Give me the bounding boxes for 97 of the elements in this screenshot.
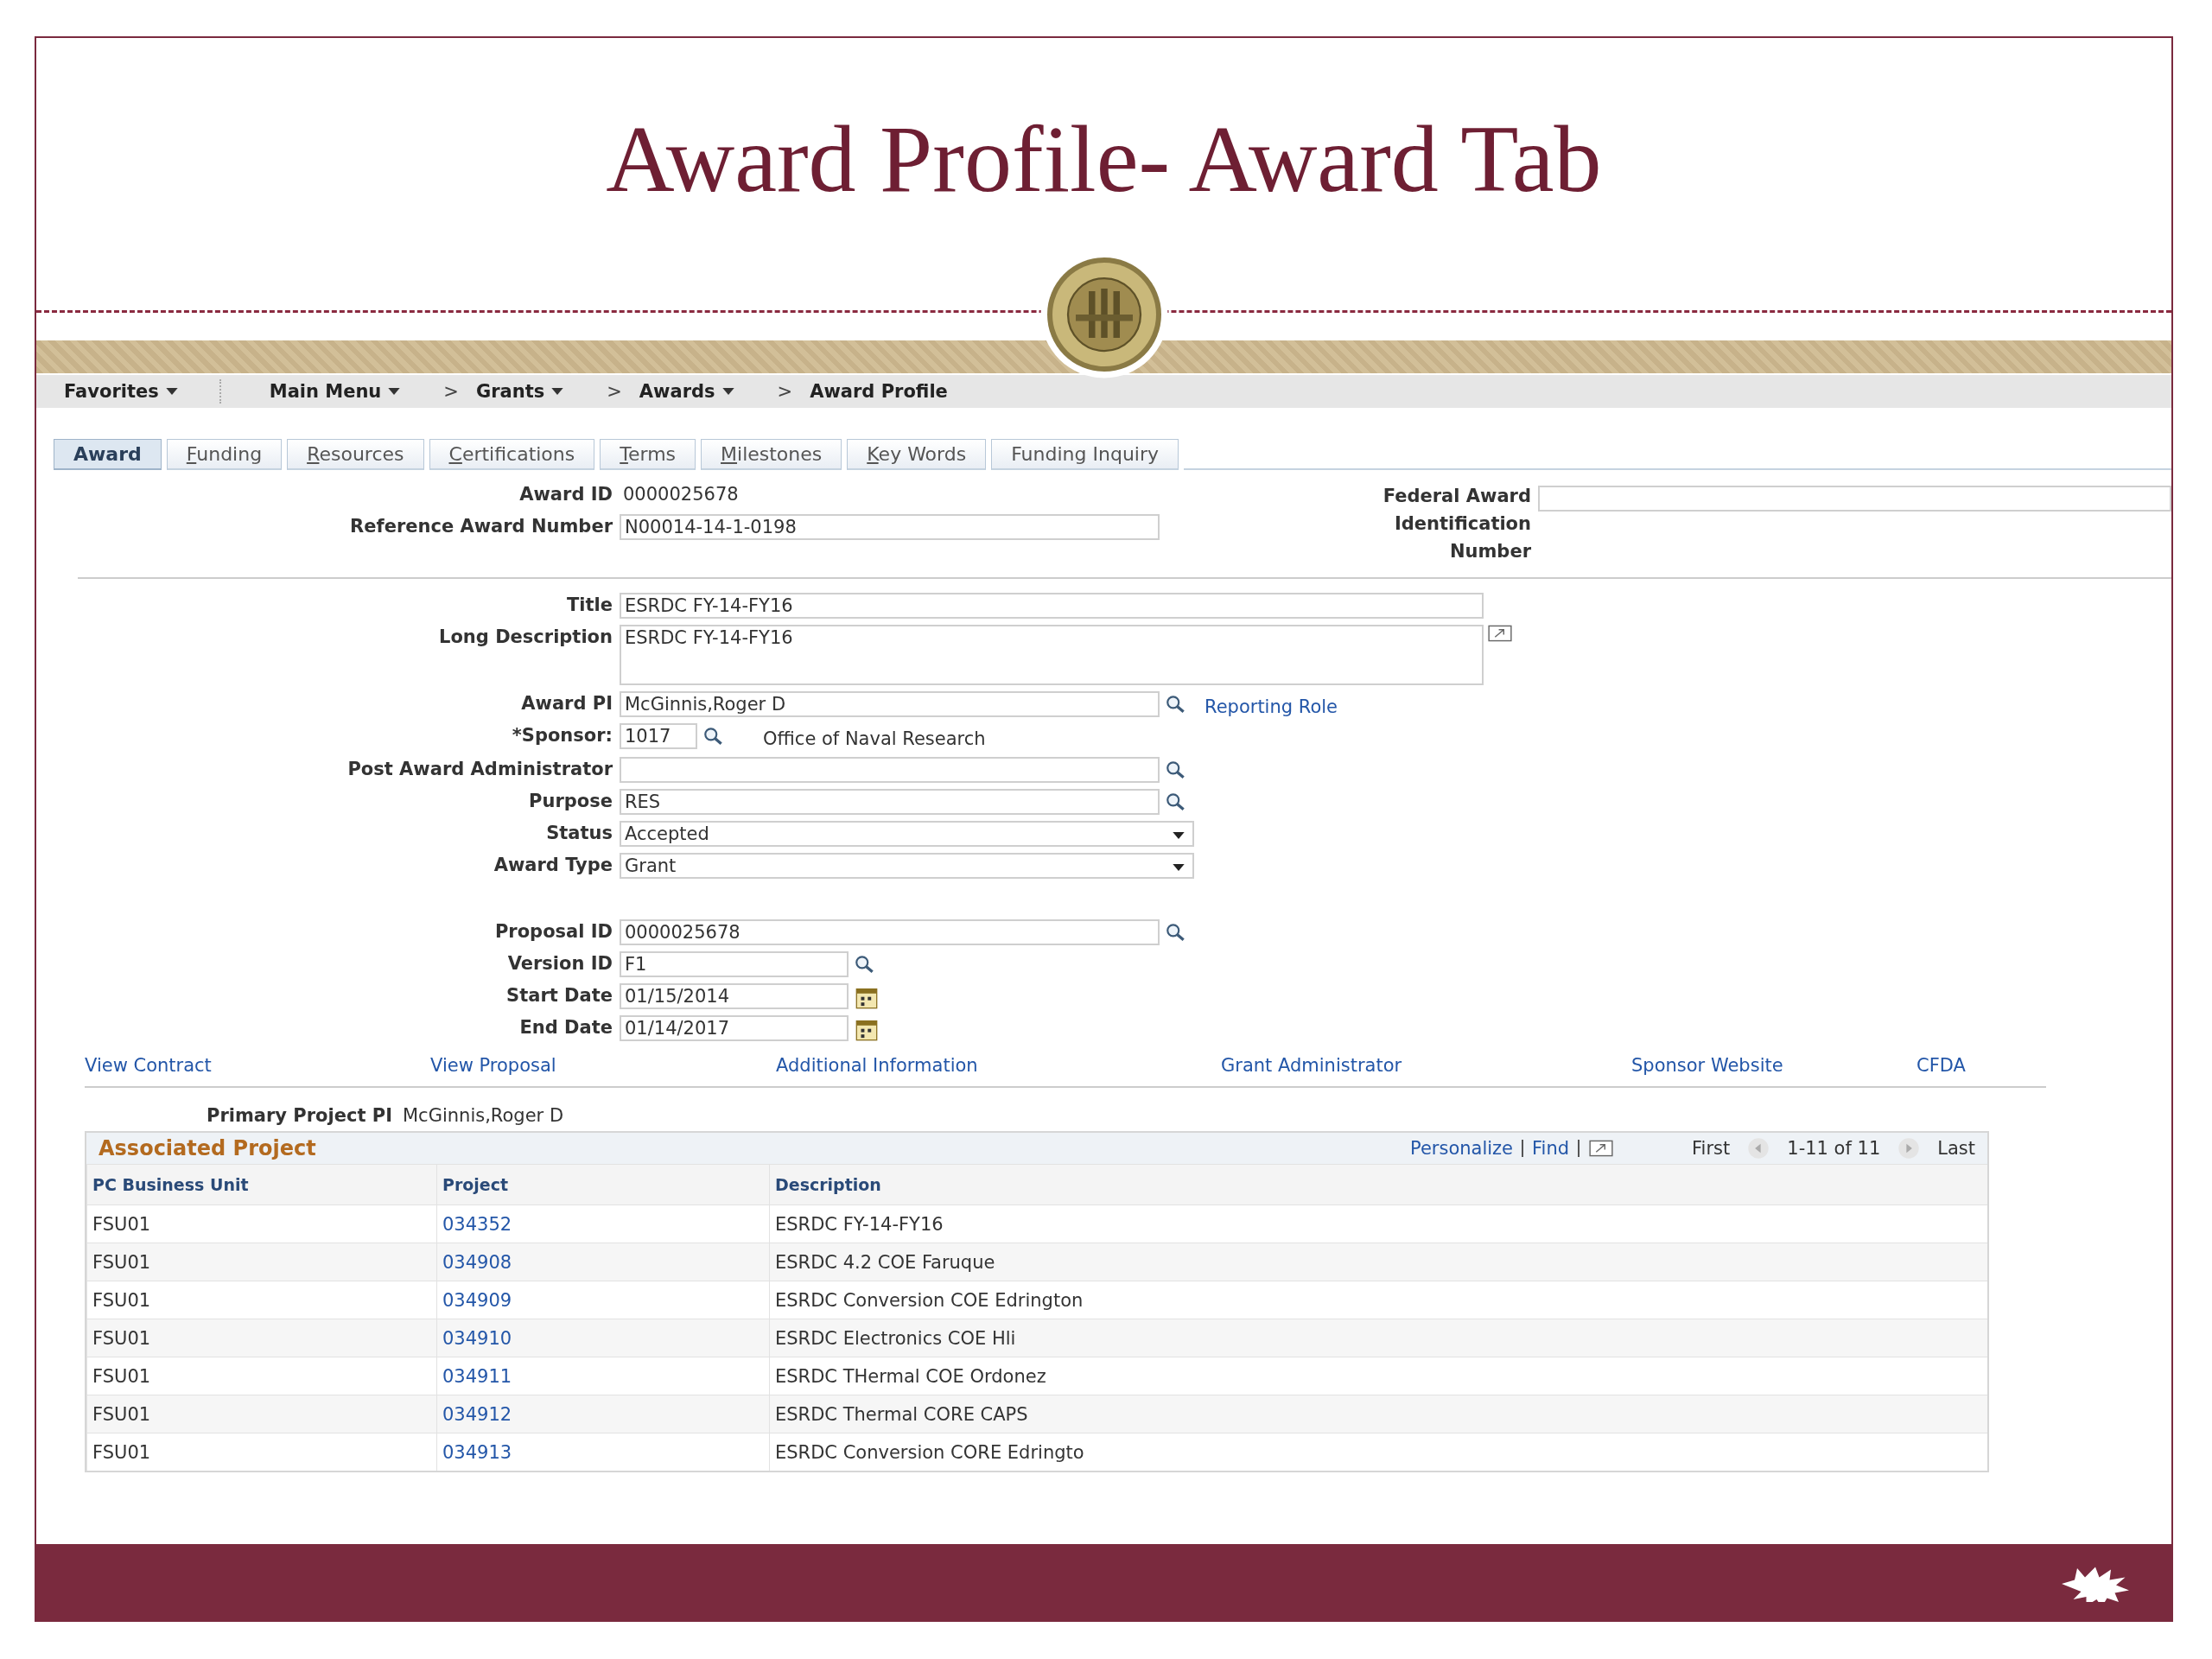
search-icon[interactable] <box>1165 695 1187 714</box>
expand-icon[interactable] <box>1487 625 1513 642</box>
project-link[interactable]: 034913 <box>442 1441 512 1463</box>
page-link[interactable]: Grant Administrator <box>1221 1055 1402 1076</box>
input-field[interactable] <box>620 757 1160 783</box>
input-field[interactable]: N00014-14-1-0198 <box>620 514 1160 540</box>
field-label: Post Award Administrator <box>346 758 613 781</box>
project-link[interactable]: 034352 <box>442 1213 512 1235</box>
search-icon[interactable] <box>1165 923 1187 942</box>
nav-menu-item[interactable]: Grants <box>475 381 564 402</box>
breadcrumb-separator: > <box>607 381 622 402</box>
breadcrumb-separator: > <box>443 381 459 402</box>
field-label: Federal Award Identification Number <box>1382 485 1532 563</box>
field-label: Award Type <box>493 854 613 877</box>
find-link[interactable]: Find <box>1532 1138 1570 1159</box>
table-cell: ESRDC Electronics COE Hli <box>769 1319 1987 1357</box>
caret-icon <box>388 388 401 395</box>
field-label: Title <box>566 594 613 617</box>
dropdown-field[interactable]: Accepted <box>620 821 1194 847</box>
field-value: 0000025678 <box>622 483 739 506</box>
search-icon[interactable] <box>702 727 725 746</box>
date-field[interactable]: 01/15/2014 <box>620 983 849 1009</box>
first-label: First <box>1692 1138 1731 1159</box>
expand-icon[interactable] <box>1588 1140 1615 1157</box>
row-range: 1-11 of 11 <box>1787 1138 1881 1159</box>
project-link[interactable]: 034910 <box>442 1327 512 1349</box>
input-field[interactable]: 1017 <box>620 723 697 749</box>
tab[interactable]: Certifications <box>429 439 595 470</box>
table-cell: FSU01 <box>86 1395 436 1433</box>
date-field[interactable]: 01/14/2017 <box>620 1015 849 1041</box>
input-field[interactable]: RES <box>620 789 1160 815</box>
field-label: Proposal ID <box>493 920 613 944</box>
field-label: Reference Award Number <box>349 515 613 538</box>
search-icon[interactable] <box>854 955 876 974</box>
field-label: Award ID <box>518 483 613 506</box>
nav-menu-item[interactable]: Main Menu <box>269 381 401 402</box>
tab[interactable]: Award <box>54 439 162 470</box>
dropdown-field[interactable]: Grant <box>620 853 1194 879</box>
field-label: End Date <box>518 1016 613 1039</box>
text-area[interactable]: ESRDC FY-14-FY16 <box>620 625 1484 685</box>
table-cell: FSU01 <box>86 1243 436 1281</box>
input-field[interactable]: ESRDC FY-14-FY16 <box>620 593 1484 619</box>
grid-title: Associated Project <box>99 1136 316 1160</box>
caret-icon <box>1172 864 1185 871</box>
search-icon[interactable] <box>1165 760 1187 779</box>
calendar-icon[interactable] <box>855 987 878 1009</box>
table-cell: ESRDC 4.2 COE Faruque <box>769 1243 1987 1281</box>
last-label: Last <box>1937 1138 1975 1159</box>
breadcrumb-separator: > <box>777 381 793 402</box>
input-field[interactable] <box>1538 486 2171 512</box>
field-label: Award PI <box>520 692 613 715</box>
field-label: Primary Project PI <box>206 1104 393 1128</box>
project-link[interactable]: 034912 <box>442 1403 512 1425</box>
nav-menu-item[interactable]: Award Profile <box>810 381 948 402</box>
column-header: Project <box>436 1165 769 1205</box>
caret-icon <box>1172 832 1185 839</box>
tab[interactable]: Funding <box>166 439 283 470</box>
field-value: McGinnis,Roger D <box>402 1104 564 1128</box>
page-link[interactable]: Sponsor Website <box>1631 1055 1783 1076</box>
input-field[interactable]: 0000025678 <box>620 919 1160 945</box>
page-link[interactable]: Additional Information <box>776 1055 978 1076</box>
personalize-link[interactable]: Personalize <box>1409 1138 1514 1159</box>
field-value: Office of Naval Research <box>762 728 986 751</box>
reporting-role-link[interactable]: Reporting Role <box>1205 696 1338 717</box>
caret-icon <box>721 388 734 395</box>
field-label: Purpose <box>528 790 613 813</box>
column-header: Description <box>769 1165 1987 1205</box>
tab[interactable]: Resources <box>287 439 424 470</box>
field-label: *Sponsor: <box>511 724 613 747</box>
table-cell: ESRDC Conversion CORE Edringto <box>769 1433 1987 1471</box>
project-link[interactable]: 034908 <box>442 1251 512 1273</box>
field-label: Status <box>545 822 613 845</box>
tab[interactable]: Milestones <box>701 439 842 470</box>
input-field[interactable]: McGinnis,Roger D <box>620 691 1160 717</box>
slide-title: Award Profile- Award Tab <box>605 105 1603 213</box>
page-link[interactable]: View Contract <box>85 1055 212 1076</box>
page-link[interactable]: CFDA <box>1916 1055 1966 1076</box>
table-cell: FSU01 <box>86 1433 436 1471</box>
field-label: Long Description <box>438 626 613 649</box>
calendar-icon[interactable] <box>855 1019 878 1041</box>
column-header: PC Business Unit <box>86 1165 436 1205</box>
nav-menu-item[interactable]: Favorites <box>64 381 178 402</box>
input-field[interactable]: F1 <box>620 951 849 977</box>
project-link[interactable]: 034909 <box>442 1289 512 1311</box>
tab[interactable]: Terms <box>600 439 696 470</box>
nav-menu-item[interactable]: Awards <box>639 381 734 402</box>
tab[interactable]: Funding Inquiry <box>991 439 1179 470</box>
table-cell: ESRDC Thermal CORE CAPS <box>769 1395 1987 1433</box>
field-label: Start Date <box>505 984 613 1007</box>
caret-icon <box>165 388 178 395</box>
tab[interactable]: Key Words <box>847 439 987 470</box>
page-link[interactable]: View Proposal <box>430 1055 556 1076</box>
search-icon[interactable] <box>1165 792 1187 811</box>
table-cell: FSU01 <box>86 1319 436 1357</box>
caret-icon <box>551 388 564 395</box>
project-link[interactable]: 034911 <box>442 1365 512 1387</box>
field-label: Version ID <box>506 952 613 976</box>
